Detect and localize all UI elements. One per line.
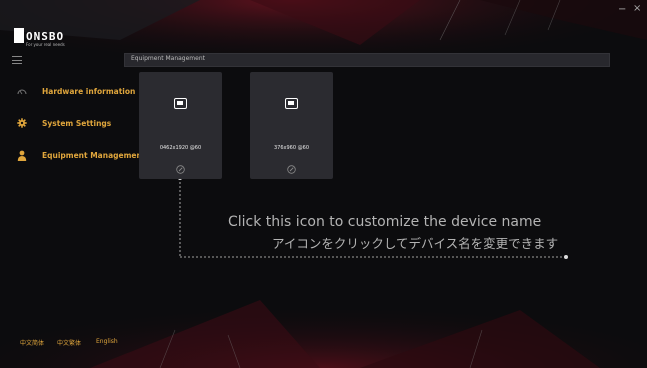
edit-name-icon[interactable] <box>176 165 185 174</box>
device-resolution: 0462x1920 @60 <box>159 145 202 151</box>
device-card[interactable]: 0462x1920 @60 <box>139 72 222 179</box>
annotation-dot-end <box>564 255 568 259</box>
device-card[interactable]: 376x960 @60 <box>250 72 333 179</box>
monitor-icon <box>285 98 298 109</box>
annotation-text-english: Click this icon to customize the device … <box>228 214 542 230</box>
monitor-icon <box>174 98 187 109</box>
language-simplified-chinese[interactable]: 中文简体 <box>20 338 44 347</box>
sidebar-item-label: Equipment Management <box>42 150 146 160</box>
device-resolution: 376x960 @60 <box>274 145 309 151</box>
brand-logo: ONSBO For your real needs <box>14 28 104 50</box>
minimize-button[interactable]: − <box>618 4 626 15</box>
user-icon <box>16 149 28 161</box>
language-traditional-chinese[interactable]: 中文繁体 <box>57 338 81 347</box>
annotation-text-japanese: アイコンをクリックしてデバイス名を変更できます <box>272 236 559 251</box>
sidebar-item-label: Hardware information <box>42 86 136 96</box>
close-button[interactable]: × <box>633 3 641 14</box>
sidebar-item-label: System Settings <box>42 118 112 128</box>
edit-name-icon[interactable] <box>287 165 296 174</box>
hamburger-menu-icon[interactable] <box>12 56 22 64</box>
sidebar-item-equipment-management[interactable]: Equipment Management <box>16 148 145 162</box>
page-header-bar: Equipment Management <box>124 53 610 67</box>
page-title: Equipment Management <box>131 55 206 62</box>
brand-tagline: For your real needs <box>26 42 65 47</box>
gear-icon <box>16 117 28 129</box>
language-english[interactable]: English <box>96 338 118 345</box>
gauge-icon <box>16 85 28 97</box>
sidebar-item-system-settings[interactable]: System Settings <box>16 116 111 130</box>
logo-mark-icon <box>14 28 24 43</box>
sidebar-item-hardware-information[interactable]: Hardware information <box>16 84 135 98</box>
